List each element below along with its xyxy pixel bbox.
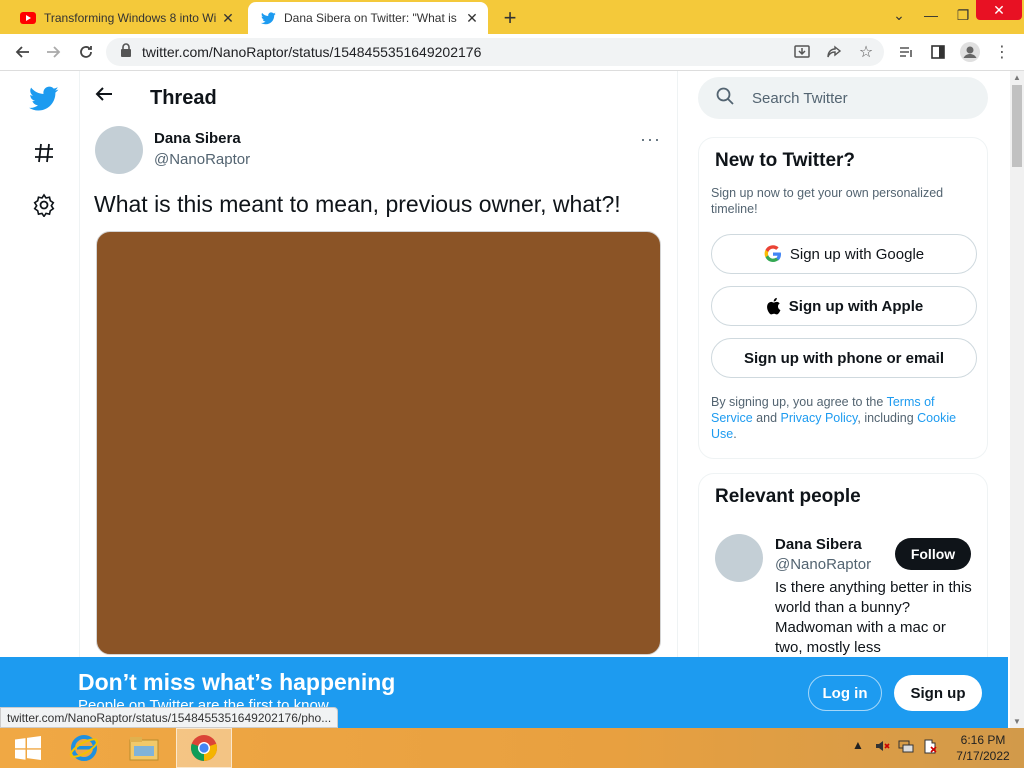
tweet-text: What is this meant to mean, previous own… — [94, 191, 621, 217]
settings-gear-icon[interactable] — [28, 189, 60, 221]
bookmark-star-icon[interactable]: ☆ — [854, 40, 878, 64]
thread-column: Thread Dana Sibera @NanoRaptor ··· What … — [80, 71, 678, 657]
scrollbar-thumb[interactable] — [1012, 85, 1022, 167]
card-heading: Relevant people — [715, 486, 861, 507]
legal-and: and — [752, 411, 781, 425]
restore-button[interactable]: ❐ — [946, 0, 980, 30]
address-bar[interactable]: twitter.com/NanoRaptor/status/1548455351… — [106, 38, 884, 66]
banner-title: Don’t miss what’s happening — [78, 669, 396, 695]
search-icon — [716, 87, 736, 110]
tab-title: Transforming Windows 8 into Wi — [44, 11, 217, 25]
login-button[interactable]: Log in — [808, 675, 882, 711]
taskbar-clock[interactable]: 6:16 PM 7/17/2022 — [948, 732, 1018, 764]
right-sidebar: New to Twitter? Sign up now to get your … — [698, 71, 998, 657]
explore-hashtag-icon[interactable] — [28, 137, 60, 169]
scroll-up-icon[interactable]: ▲ — [1013, 73, 1021, 82]
new-to-twitter-card: New to Twitter? Sign up now to get your … — [698, 137, 988, 459]
volume-muted-icon[interactable] — [874, 738, 890, 757]
youtube-icon — [20, 10, 36, 26]
tab-close-icon[interactable]: ✕ — [218, 10, 238, 27]
url-text: twitter.com/NanoRaptor/status/1548455351… — [142, 44, 482, 60]
signup-google-button[interactable]: Sign up with Google — [711, 234, 977, 274]
back-arrow-icon[interactable] — [94, 84, 118, 108]
signup-button[interactable]: Sign up — [894, 675, 982, 711]
menu-dots-icon[interactable]: ⋮ — [990, 40, 1014, 64]
google-g-icon — [764, 245, 782, 263]
card-heading: New to Twitter? — [715, 150, 856, 171]
button-label: Sign up with Google — [789, 245, 925, 263]
tab-youtube[interactable]: Transforming Windows 8 into Wi ✕ — [8, 2, 244, 34]
tray-overflow-icon[interactable]: ▲ — [852, 738, 864, 752]
action-center-icon[interactable] — [922, 738, 938, 757]
person-avatar[interactable] — [715, 534, 763, 582]
page-scrollbar[interactable]: ▲ ▼ — [1010, 71, 1024, 728]
author-handle[interactable]: @NanoRaptor — [154, 151, 250, 168]
internet-explorer-icon[interactable] — [56, 728, 112, 768]
tab-close-icon[interactable]: ✕ — [462, 10, 482, 27]
profile-icon[interactable] — [958, 40, 982, 64]
person-handle[interactable]: @NanoRaptor — [775, 556, 871, 573]
twitter-icon — [260, 10, 276, 26]
left-nav — [0, 71, 80, 657]
clock-time: 6:16 PM — [960, 733, 1006, 747]
install-icon[interactable] — [790, 40, 814, 64]
signup-phone-email-button[interactable]: Sign up with phone or email — [711, 338, 977, 378]
signup-apple-button[interactable]: Sign up with Apple — [711, 286, 977, 326]
tab-twitter[interactable]: Dana Sibera on Twitter: "What is ✕ — [248, 2, 488, 34]
tab-strip: Transforming Windows 8 into Wi ✕ Dana Si… — [0, 0, 1024, 34]
network-icon[interactable] — [898, 738, 914, 757]
follow-button[interactable]: Follow — [895, 538, 971, 570]
legal-period: . — [733, 427, 737, 441]
new-tab-button[interactable]: + — [498, 5, 522, 31]
browser-toolbar: twitter.com/NanoRaptor/status/1548455351… — [0, 34, 1024, 71]
tab-search-chevron-icon[interactable]: ⌄ — [882, 0, 916, 30]
twitter-logo-icon[interactable] — [28, 83, 60, 115]
search-input[interactable] — [752, 89, 952, 107]
clock-date: 7/17/2022 — [956, 749, 1010, 763]
reload-button[interactable] — [74, 40, 98, 64]
file-explorer-icon[interactable] — [116, 728, 172, 768]
lock-icon — [120, 42, 134, 62]
thread-header: Thread — [80, 71, 678, 124]
back-button[interactable] — [10, 40, 34, 64]
tab-title: Dana Sibera on Twitter: "What is — [284, 11, 457, 25]
windows-taskbar: ▲ 6:16 PM 7/17/2022 — [0, 728, 1024, 768]
chrome-taskbar-icon[interactable] — [176, 728, 232, 768]
more-options-icon[interactable]: ··· — [640, 129, 661, 150]
privacy-link[interactable]: Privacy Policy — [781, 411, 858, 425]
card-subtext: Sign up now to get your own personalized… — [711, 186, 944, 216]
person-name[interactable]: Dana Sibera — [775, 536, 862, 553]
legal-text: By signing up, you agree to the Terms of… — [711, 394, 977, 442]
search-box[interactable] — [698, 77, 988, 119]
forward-button[interactable] — [42, 40, 66, 64]
tweet-photo[interactable] — [96, 231, 661, 655]
author-name[interactable]: Dana Sibera — [154, 130, 241, 147]
windows-start-icon[interactable] — [0, 728, 56, 768]
reading-list-icon[interactable] — [894, 40, 918, 64]
status-bar-url: twitter.com/NanoRaptor/status/1548455351… — [0, 707, 339, 728]
share-icon[interactable] — [822, 40, 846, 64]
button-label: Sign up with Apple — [788, 297, 924, 315]
author-avatar[interactable] — [95, 126, 143, 174]
apple-icon — [765, 297, 781, 315]
button-label: Sign up with phone or email — [743, 349, 944, 367]
minimize-button[interactable]: — — [914, 0, 948, 30]
legal-including: , including — [857, 411, 918, 425]
close-window-button[interactable]: ✕ — [976, 0, 1022, 20]
page-title: Thread — [150, 87, 217, 109]
side-panel-icon[interactable] — [926, 40, 950, 64]
relevant-people-card: Relevant people Dana Sibera @NanoRaptor … — [698, 473, 988, 657]
legal-prefix: By signing up, you agree to the — [711, 395, 887, 409]
twitter-page: Thread Dana Sibera @NanoRaptor ··· What … — [0, 71, 1010, 657]
person-bio: Is there anything better in this world t… — [775, 579, 972, 656]
scroll-down-icon[interactable]: ▼ — [1013, 717, 1021, 726]
